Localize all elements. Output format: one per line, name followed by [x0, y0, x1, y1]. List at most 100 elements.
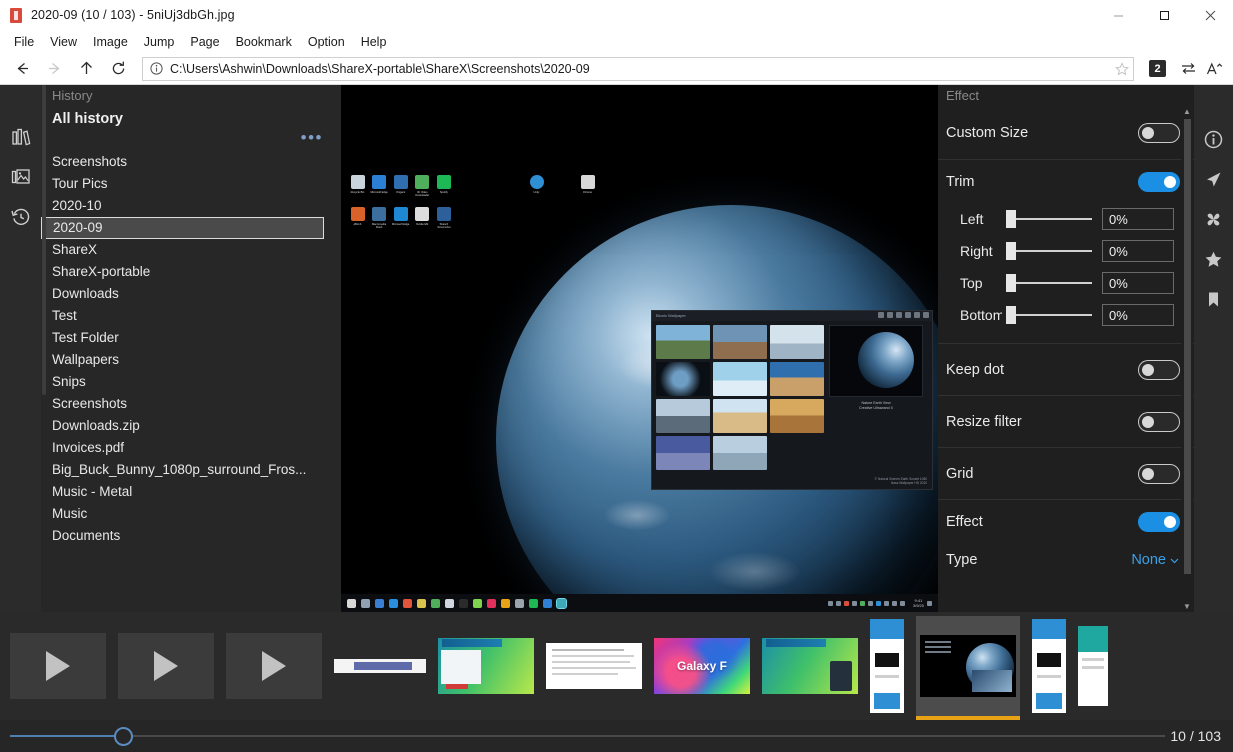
- resize-filter-toggle[interactable]: [1138, 412, 1180, 432]
- filmstrip-scroll-slider[interactable]: [10, 720, 1165, 752]
- paper-plane-icon[interactable]: [1197, 159, 1231, 199]
- thumbnail-document-white[interactable]: [546, 643, 642, 689]
- thumbnail-desktop-green[interactable]: [438, 638, 534, 694]
- list-item[interactable]: Screenshots: [41, 151, 321, 173]
- trim-top-value[interactable]: 0%: [1102, 272, 1174, 294]
- forward-button[interactable]: [38, 54, 70, 84]
- type-dropdown[interactable]: None: [1131, 552, 1180, 568]
- back-button[interactable]: [6, 54, 38, 84]
- trim-bottom-value[interactable]: 0%: [1102, 304, 1174, 326]
- list-item[interactable]: Test: [41, 305, 321, 327]
- menu-item-help[interactable]: Help: [353, 33, 395, 51]
- trim-right-slider[interactable]: [1006, 250, 1092, 252]
- play-icon: [154, 651, 178, 681]
- window-title: 2020-09 (10 / 103) - 5niUj3dbGh.jpg: [31, 8, 235, 22]
- pinwheel-icon[interactable]: [1197, 199, 1231, 239]
- star-icon[interactable]: [1197, 239, 1231, 279]
- trim-left-slider-thumb[interactable]: [1006, 210, 1016, 228]
- list-item[interactable]: Music - Metal: [41, 481, 321, 503]
- play-icon: [262, 651, 286, 681]
- trim-top-slider-thumb[interactable]: [1006, 274, 1016, 292]
- photo-collection-icon[interactable]: [4, 157, 38, 197]
- thumbnail-galaxy-f[interactable]: Galaxy F: [654, 638, 750, 694]
- history-scrollbar-thumb[interactable]: [42, 85, 46, 395]
- thumbnail-video-2[interactable]: [118, 633, 214, 699]
- address-bar[interactable]: C:\Users\Ashwin\Downloads\ShareX-portabl…: [142, 57, 1134, 81]
- inner-window-body: Nature Earth View Creative Ultrawand X: [652, 321, 932, 474]
- trim-bottom-slider[interactable]: [1006, 314, 1092, 316]
- slider-track: [10, 735, 1165, 737]
- list-item[interactable]: Downloads: [41, 283, 321, 305]
- thumbnail-earth-desktop-selected[interactable]: [916, 616, 1020, 716]
- star-outline-icon[interactable]: [1115, 62, 1129, 76]
- menu-item-option[interactable]: Option: [300, 33, 353, 51]
- menu-item-image[interactable]: Image: [85, 33, 136, 51]
- keep-dot-toggle[interactable]: [1138, 360, 1180, 380]
- effect-scrollbar-thumb[interactable]: [1184, 119, 1191, 574]
- tab-count-badge[interactable]: 2: [1149, 60, 1166, 77]
- image-viewer[interactable]: Recycle Bin Microsoft Edge Origami 4K Vi…: [341, 85, 938, 612]
- menu-item-view[interactable]: View: [42, 33, 85, 51]
- effect-toggle[interactable]: [1138, 512, 1180, 532]
- list-item[interactable]: Documents: [41, 525, 321, 547]
- captured-system-tray: 9:413/9/20: [828, 598, 932, 608]
- read-aloud-icon[interactable]: [1201, 56, 1227, 82]
- thumbnail-desktop-green-2[interactable]: [762, 638, 858, 694]
- list-item[interactable]: Invoices.pdf: [41, 437, 321, 459]
- menu-item-page[interactable]: Page: [182, 33, 227, 51]
- slider-handle[interactable]: [114, 727, 133, 746]
- play-icon: [46, 651, 70, 681]
- thumbnail-filmstrip[interactable]: Galaxy F: [0, 612, 1233, 720]
- trim-toggle[interactable]: [1138, 172, 1180, 192]
- desktop-icon: Spotify: [433, 175, 454, 205]
- thumbnail-video-1[interactable]: [10, 633, 106, 699]
- info-circle-icon[interactable]: [1197, 119, 1231, 159]
- scroll-down-arrow-icon[interactable]: ▼: [1183, 602, 1191, 612]
- thumbnail-video-3[interactable]: [226, 633, 322, 699]
- list-item[interactable]: 2020-10: [41, 195, 321, 217]
- swap-arrows-icon[interactable]: [1175, 56, 1201, 82]
- close-button[interactable]: [1187, 0, 1233, 30]
- trim-right-value[interactable]: 0%: [1102, 240, 1174, 262]
- thumbnail-webpage-tall-1[interactable]: [870, 619, 904, 713]
- list-item[interactable]: Wallpapers: [41, 349, 321, 371]
- history-scrollbar[interactable]: [41, 85, 48, 612]
- list-item[interactable]: ShareX: [41, 239, 321, 261]
- menu-item-bookmark[interactable]: Bookmark: [228, 33, 300, 51]
- minimize-button[interactable]: [1095, 0, 1141, 30]
- custom-size-toggle[interactable]: [1138, 123, 1180, 143]
- list-item[interactable]: Big_Buck_Bunny_1080p_surround_Fros...: [41, 459, 321, 481]
- effect-panel-scrollbar[interactable]: ▲ ▼: [1181, 107, 1193, 612]
- trim-top-slider[interactable]: [1006, 282, 1092, 284]
- thumbnail-webpage-tall-2[interactable]: [1032, 619, 1066, 713]
- trim-left-value[interactable]: 0%: [1102, 208, 1174, 230]
- address-input[interactable]: C:\Users\Ashwin\Downloads\ShareX-portabl…: [170, 62, 1109, 76]
- trim-left-row: Left 0%: [938, 203, 1194, 235]
- list-item[interactable]: Screenshots: [41, 393, 321, 415]
- thumbnail-document-wide[interactable]: [334, 659, 426, 673]
- list-item[interactable]: Test Folder: [41, 327, 321, 349]
- menu-item-jump[interactable]: Jump: [136, 33, 183, 51]
- library-books-icon[interactable]: [4, 117, 38, 157]
- trim-left-slider[interactable]: [1006, 218, 1092, 220]
- grid-toggle[interactable]: [1138, 464, 1180, 484]
- list-item[interactable]: Snips: [41, 371, 321, 393]
- list-item[interactable]: Tour Pics: [41, 173, 321, 195]
- scroll-up-arrow-icon[interactable]: ▲: [1183, 107, 1191, 117]
- desktop-icon: Recycle Bin: [347, 175, 368, 205]
- thumbnail-webpage-teal[interactable]: [1078, 626, 1108, 706]
- trim-right-slider-thumb[interactable]: [1006, 242, 1016, 260]
- maximize-button[interactable]: [1141, 0, 1187, 30]
- list-item[interactable]: ShareX-portable: [41, 261, 321, 283]
- mini-earth-graphic: [858, 332, 914, 388]
- trim-bottom-slider-thumb[interactable]: [1006, 306, 1016, 324]
- list-item-selected[interactable]: 2020-09: [41, 217, 324, 239]
- list-item[interactable]: Downloads.zip: [41, 415, 321, 437]
- history-clock-icon[interactable]: [4, 197, 38, 237]
- history-more-button[interactable]: •••: [41, 127, 341, 145]
- up-button[interactable]: [70, 54, 102, 84]
- bookmark-icon[interactable]: [1197, 279, 1231, 319]
- menu-item-file[interactable]: File: [6, 33, 42, 51]
- list-item[interactable]: Music: [41, 503, 321, 525]
- refresh-button[interactable]: [102, 54, 134, 84]
